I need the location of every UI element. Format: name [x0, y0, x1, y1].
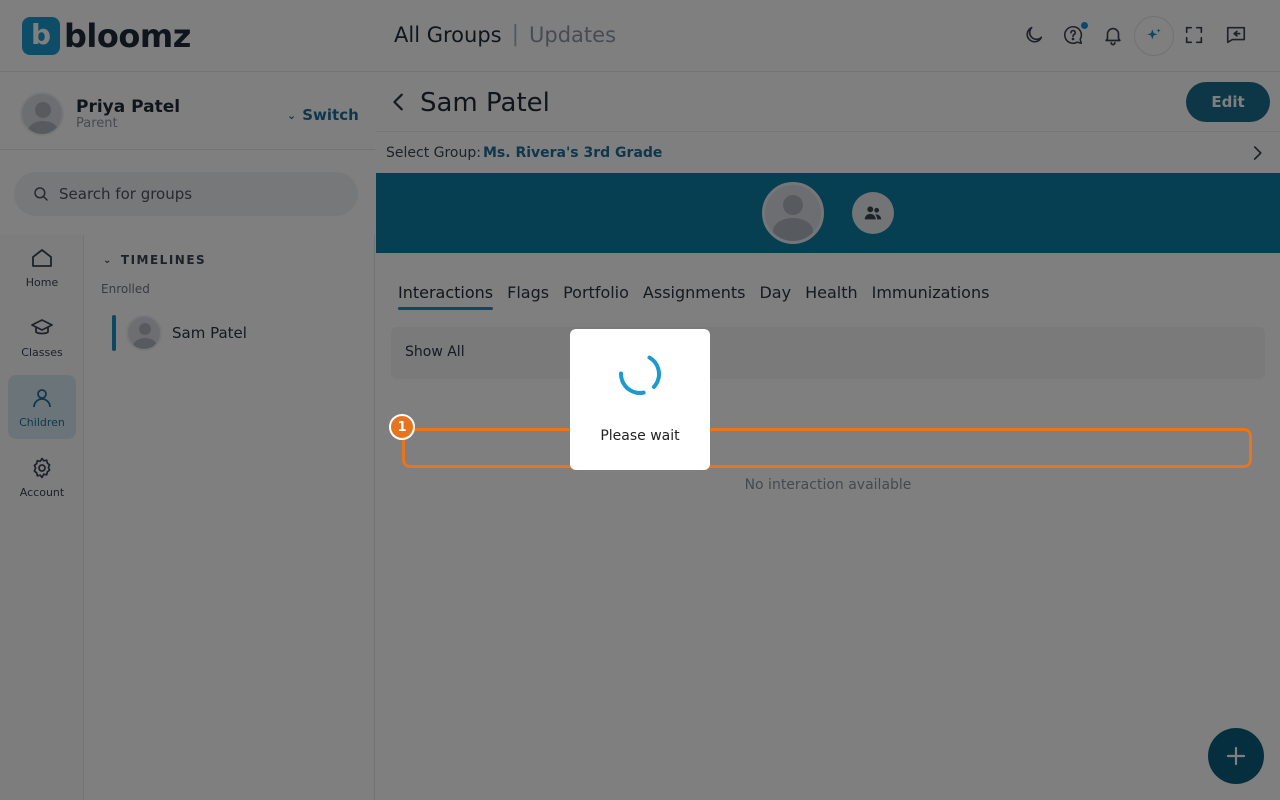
step-badge: 1 — [389, 414, 415, 440]
loading-text: Please wait — [600, 428, 680, 444]
step-highlight-box — [402, 428, 1252, 468]
loading-spinner-icon — [619, 353, 661, 395]
loading-dialog: Please wait — [570, 329, 710, 470]
